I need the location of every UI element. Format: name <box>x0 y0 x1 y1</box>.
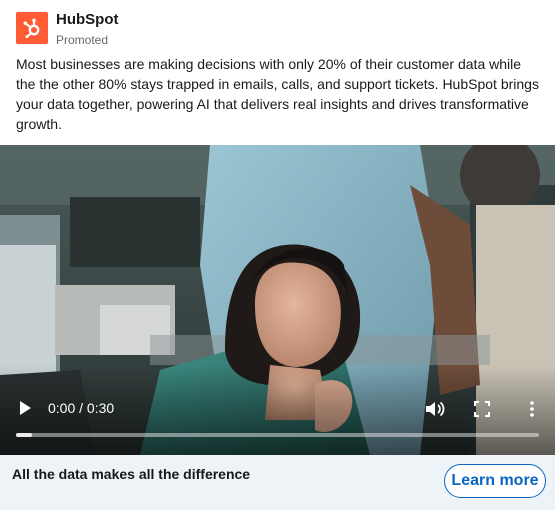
ad-headline[interactable]: All the data makes all the difference <box>12 465 250 483</box>
company-name[interactable]: HubSpot <box>56 11 118 29</box>
video-player[interactable]: 0:00 / 0:30 <box>0 145 555 455</box>
learn-more-button[interactable]: Learn more <box>444 464 546 498</box>
fullscreen-icon <box>474 401 490 417</box>
video-time: 0:00 / 0:30 <box>48 400 115 416</box>
video-progress-fill <box>16 433 32 437</box>
more-vertical-icon <box>530 401 534 417</box>
play-button[interactable] <box>14 397 36 419</box>
cta-footer: All the data makes all the difference Le… <box>0 455 555 510</box>
promoted-label: Promoted <box>56 33 109 47</box>
post-body-text: Most businesses are making decisions wit… <box>16 56 539 132</box>
fullscreen-button[interactable] <box>473 400 491 418</box>
volume-button[interactable] <box>424 399 446 419</box>
sponsored-post-card: HubSpot Promoted Most businesses are mak… <box>0 0 555 510</box>
more-options-button[interactable] <box>522 399 542 419</box>
play-icon <box>20 401 31 415</box>
video-progress-bar[interactable] <box>16 433 539 437</box>
post-header: HubSpot Promoted Most businesses are mak… <box>0 0 555 145</box>
volume-icon <box>426 401 445 417</box>
hubspot-sprocket-icon <box>23 18 40 39</box>
hubspot-logo[interactable] <box>16 12 48 44</box>
